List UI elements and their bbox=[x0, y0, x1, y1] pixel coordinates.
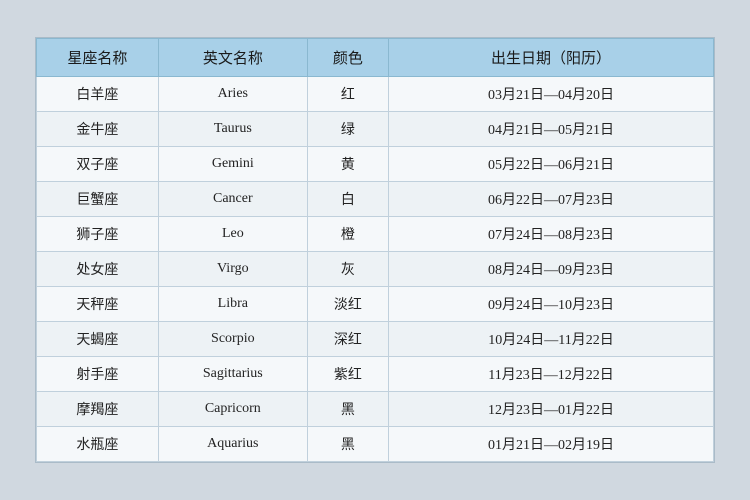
cell-color: 深红 bbox=[307, 322, 388, 357]
cell-date: 04月21日—05月21日 bbox=[389, 112, 714, 147]
cell-english: Libra bbox=[158, 287, 307, 322]
cell-date: 06月22日—07月23日 bbox=[389, 182, 714, 217]
zodiac-table: 星座名称 英文名称 颜色 出生日期（阳历） 白羊座Aries红03月21日—04… bbox=[36, 38, 714, 462]
cell-color: 白 bbox=[307, 182, 388, 217]
header-color: 颜色 bbox=[307, 39, 388, 77]
cell-chinese: 天蝎座 bbox=[37, 322, 159, 357]
cell-color: 淡红 bbox=[307, 287, 388, 322]
cell-chinese: 天秤座 bbox=[37, 287, 159, 322]
cell-date: 11月23日—12月22日 bbox=[389, 357, 714, 392]
table-body: 白羊座Aries红03月21日—04月20日金牛座Taurus绿04月21日—0… bbox=[37, 77, 714, 462]
table-row: 双子座Gemini黄05月22日—06月21日 bbox=[37, 147, 714, 182]
cell-date: 09月24日—10月23日 bbox=[389, 287, 714, 322]
cell-date: 12月23日—01月22日 bbox=[389, 392, 714, 427]
cell-english: Virgo bbox=[158, 252, 307, 287]
header-date: 出生日期（阳历） bbox=[389, 39, 714, 77]
table-row: 巨蟹座Cancer白06月22日—07月23日 bbox=[37, 182, 714, 217]
cell-chinese: 双子座 bbox=[37, 147, 159, 182]
cell-english: Taurus bbox=[158, 112, 307, 147]
cell-chinese: 射手座 bbox=[37, 357, 159, 392]
cell-chinese: 狮子座 bbox=[37, 217, 159, 252]
table-row: 射手座Sagittarius紫红11月23日—12月22日 bbox=[37, 357, 714, 392]
table-header-row: 星座名称 英文名称 颜色 出生日期（阳历） bbox=[37, 39, 714, 77]
table-row: 狮子座Leo橙07月24日—08月23日 bbox=[37, 217, 714, 252]
table-row: 天蝎座Scorpio深红10月24日—11月22日 bbox=[37, 322, 714, 357]
table-row: 金牛座Taurus绿04月21日—05月21日 bbox=[37, 112, 714, 147]
cell-date: 07月24日—08月23日 bbox=[389, 217, 714, 252]
cell-date: 10月24日—11月22日 bbox=[389, 322, 714, 357]
cell-english: Aries bbox=[158, 77, 307, 112]
zodiac-table-container: 星座名称 英文名称 颜色 出生日期（阳历） 白羊座Aries红03月21日—04… bbox=[35, 37, 715, 463]
header-chinese: 星座名称 bbox=[37, 39, 159, 77]
cell-chinese: 金牛座 bbox=[37, 112, 159, 147]
cell-color: 黄 bbox=[307, 147, 388, 182]
cell-chinese: 处女座 bbox=[37, 252, 159, 287]
cell-chinese: 摩羯座 bbox=[37, 392, 159, 427]
cell-color: 橙 bbox=[307, 217, 388, 252]
table-row: 摩羯座Capricorn黑12月23日—01月22日 bbox=[37, 392, 714, 427]
table-row: 水瓶座Aquarius黑01月21日—02月19日 bbox=[37, 427, 714, 462]
cell-english: Capricorn bbox=[158, 392, 307, 427]
cell-english: Gemini bbox=[158, 147, 307, 182]
table-row: 白羊座Aries红03月21日—04月20日 bbox=[37, 77, 714, 112]
cell-color: 黑 bbox=[307, 427, 388, 462]
cell-date: 03月21日—04月20日 bbox=[389, 77, 714, 112]
table-row: 天秤座Libra淡红09月24日—10月23日 bbox=[37, 287, 714, 322]
cell-date: 05月22日—06月21日 bbox=[389, 147, 714, 182]
cell-english: Leo bbox=[158, 217, 307, 252]
header-english: 英文名称 bbox=[158, 39, 307, 77]
cell-english: Cancer bbox=[158, 182, 307, 217]
cell-chinese: 水瓶座 bbox=[37, 427, 159, 462]
table-row: 处女座Virgo灰08月24日—09月23日 bbox=[37, 252, 714, 287]
cell-color: 黑 bbox=[307, 392, 388, 427]
cell-english: Aquarius bbox=[158, 427, 307, 462]
cell-chinese: 白羊座 bbox=[37, 77, 159, 112]
cell-color: 灰 bbox=[307, 252, 388, 287]
cell-color: 红 bbox=[307, 77, 388, 112]
cell-english: Scorpio bbox=[158, 322, 307, 357]
cell-chinese: 巨蟹座 bbox=[37, 182, 159, 217]
cell-date: 08月24日—09月23日 bbox=[389, 252, 714, 287]
cell-color: 绿 bbox=[307, 112, 388, 147]
cell-english: Sagittarius bbox=[158, 357, 307, 392]
cell-date: 01月21日—02月19日 bbox=[389, 427, 714, 462]
cell-color: 紫红 bbox=[307, 357, 388, 392]
